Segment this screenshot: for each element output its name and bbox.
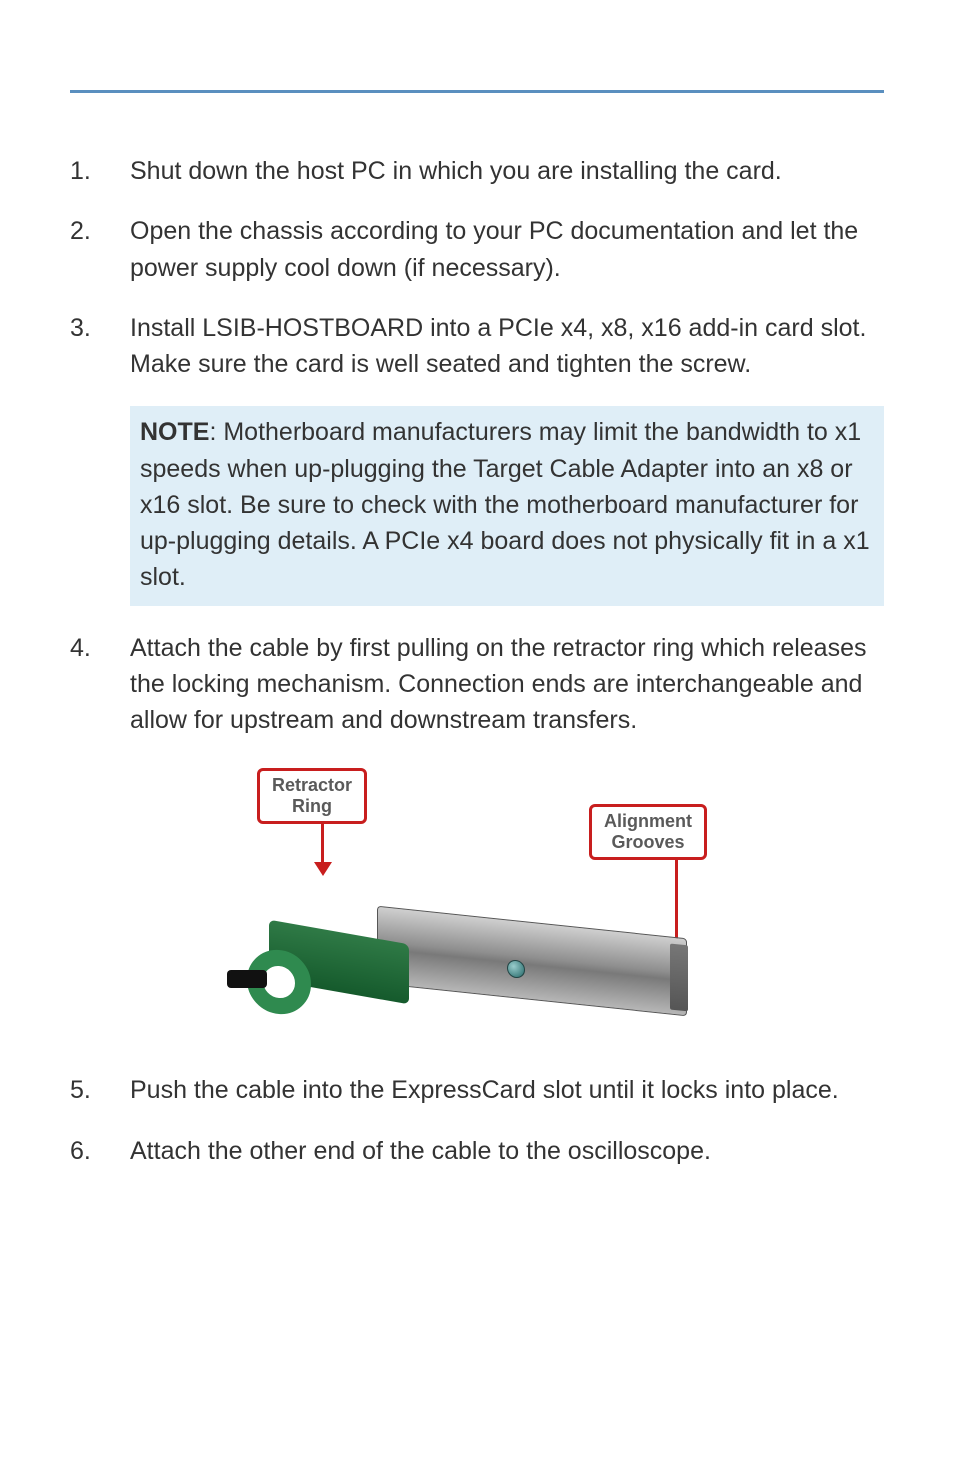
connector-body-graphic xyxy=(377,906,687,1017)
cable-connector-figure: Retractor Ring Alignment Grooves xyxy=(237,762,717,1042)
instruction-list: 1. Shut down the host PC in which you ar… xyxy=(70,153,884,1169)
step-3: 3. Install LSIB-HOSTBOARD into a PCIe x4… xyxy=(70,310,884,383)
document-page: 1. Shut down the host PC in which you ar… xyxy=(0,0,954,1253)
step-6: 6. Attach the other end of the cable to … xyxy=(70,1133,884,1169)
callout-alignment-grooves: Alignment Grooves xyxy=(589,804,707,859)
step-number: 3. xyxy=(70,310,130,383)
step-text: Install LSIB-HOSTBOARD into a PCIe x4, x… xyxy=(130,310,884,383)
step-number: 6. xyxy=(70,1133,130,1169)
step-text: Attach the other end of the cable to the… xyxy=(130,1133,884,1169)
step-4: 4. Attach the cable by first pulling on … xyxy=(70,630,884,739)
callout-text: Ring xyxy=(272,796,352,817)
step-number: 1. xyxy=(70,153,130,189)
step-1: 1. Shut down the host PC in which you ar… xyxy=(70,153,884,189)
step-text: Push the cable into the ExpressCard slot… xyxy=(130,1072,884,1108)
top-divider xyxy=(70,90,884,93)
step-number: 2. xyxy=(70,213,130,286)
step-text: Shut down the host PC in which you are i… xyxy=(130,153,884,189)
callout-text: Retractor xyxy=(272,775,352,796)
note-label: NOTE xyxy=(140,418,209,446)
step-2: 2. Open the chassis according to your PC… xyxy=(70,213,884,286)
callout-arrow-line xyxy=(321,822,324,864)
step-number: 5. xyxy=(70,1072,130,1108)
callout-text: Grooves xyxy=(604,832,692,853)
callout-text: Alignment xyxy=(604,811,692,832)
note-text: : Motherboard manufacturers may limit th… xyxy=(140,418,870,591)
callout-arrow-head xyxy=(314,862,332,876)
cable-end-graphic xyxy=(227,970,267,988)
step-5: 5. Push the cable into the ExpressCard s… xyxy=(70,1072,884,1108)
figure-container: Retractor Ring Alignment Grooves xyxy=(70,762,884,1042)
step-text: Open the chassis according to your PC do… xyxy=(130,213,884,286)
step-text: Attach the cable by first pulling on the… xyxy=(130,630,884,739)
step-number: 4. xyxy=(70,630,130,739)
callout-retractor-ring: Retractor Ring xyxy=(257,768,367,823)
note-box: NOTE: Motherboard manufacturers may limi… xyxy=(130,406,884,605)
